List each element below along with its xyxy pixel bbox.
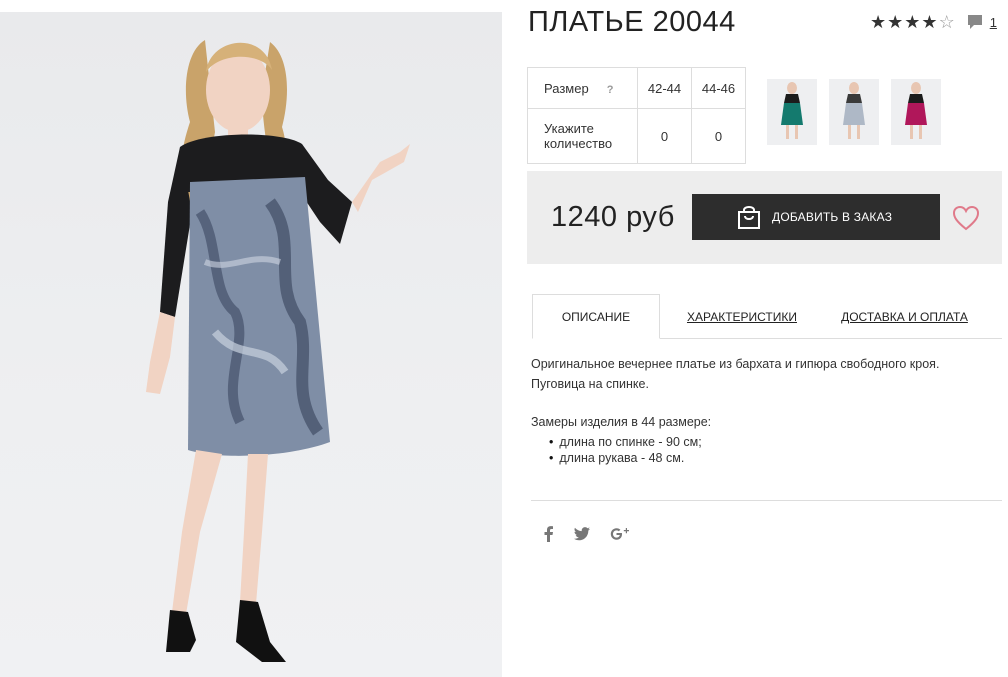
list-item: длина рукава - 48 см. bbox=[549, 450, 1001, 466]
size-label-cell: Размер? bbox=[527, 67, 638, 109]
size-option-42-44[interactable]: 42-44 bbox=[637, 67, 692, 109]
size-table: Размер? 42-44 44-46 Укажите количество 0… bbox=[527, 67, 746, 164]
measure-text: длина по спинке - 90 см; bbox=[559, 435, 702, 449]
thumb-grey-dress-icon bbox=[843, 82, 865, 139]
product-title: ПЛАТЬЕ 20044 bbox=[528, 6, 736, 38]
quantity-input-42-44[interactable]: 0 bbox=[637, 108, 692, 164]
add-to-order-label: ДОБАВИТЬ В ЗАКАЗ bbox=[772, 210, 893, 224]
star-empty-icon[interactable]: ☆ bbox=[939, 13, 955, 31]
size-option-44-46[interactable]: 44-46 bbox=[691, 67, 746, 109]
tab-description[interactable]: ОПИСАНИЕ bbox=[532, 294, 660, 339]
star-filled-icon[interactable]: ★ bbox=[921, 13, 937, 31]
dress-model-image bbox=[146, 40, 410, 662]
quantity-input-44-46[interactable]: 0 bbox=[691, 108, 746, 164]
measure-text: длина рукава - 48 см. bbox=[559, 451, 685, 465]
review-count-link[interactable]: 1 bbox=[990, 15, 997, 30]
twitter-icon[interactable] bbox=[574, 527, 590, 541]
star-filled-icon[interactable]: ★ bbox=[887, 13, 903, 31]
tab-characteristics[interactable]: ХАРАКТЕРИСТИКИ bbox=[677, 294, 807, 339]
add-to-order-button[interactable]: ДОБАВИТЬ В ЗАКАЗ bbox=[692, 194, 940, 240]
thumb-green-dress-icon bbox=[781, 82, 803, 139]
size-label: Размер bbox=[544, 80, 589, 96]
description-line: Пуговица на спинке. bbox=[531, 377, 649, 391]
thumbnail-magenta-dress[interactable] bbox=[891, 79, 941, 145]
shopping-bag-icon bbox=[738, 206, 760, 229]
description-panel: Оригинальное вечернее платье из бархата … bbox=[531, 354, 1001, 466]
measures-list: длина по спинке - 90 см; длина рукава - … bbox=[549, 434, 1001, 466]
list-item: длина по спинке - 90 см; bbox=[549, 434, 1001, 450]
facebook-icon[interactable] bbox=[544, 526, 554, 542]
thumbnail-strip bbox=[767, 79, 941, 145]
social-share bbox=[544, 526, 630, 542]
thumbnail-grey-dress[interactable] bbox=[829, 79, 879, 145]
measures-title: Замеры изделия в 44 размере: bbox=[531, 415, 712, 429]
description-line: Оригинальное вечернее платье из бархата … bbox=[531, 357, 940, 371]
thumb-magenta-dress-icon bbox=[905, 82, 927, 139]
help-icon[interactable]: ? bbox=[607, 84, 614, 96]
star-filled-icon[interactable]: ★ bbox=[904, 13, 920, 31]
star-filled-icon[interactable]: ★ bbox=[870, 13, 886, 31]
product-tabs: ОПИСАНИЕ ХАРАКТЕРИСТИКИ ДОСТАВКА И ОПЛАТ… bbox=[527, 294, 1002, 339]
quantity-label: Укажите количество bbox=[527, 108, 638, 164]
rating[interactable]: ★ ★ ★ ★ ☆ 1 bbox=[870, 13, 997, 31]
product-photo[interactable] bbox=[0, 12, 502, 677]
price: 1240 руб bbox=[551, 201, 675, 233]
comment-icon[interactable] bbox=[966, 13, 984, 31]
divider bbox=[531, 500, 1002, 501]
google-plus-icon[interactable] bbox=[610, 526, 630, 542]
purchase-box: 1240 руб ДОБАВИТЬ В ЗАКАЗ bbox=[527, 171, 1002, 264]
thumbnail-green-dress[interactable] bbox=[767, 79, 817, 145]
tab-delivery-payment[interactable]: ДОСТАВКА И ОПЛАТА bbox=[837, 294, 972, 339]
heart-icon[interactable] bbox=[952, 205, 980, 231]
